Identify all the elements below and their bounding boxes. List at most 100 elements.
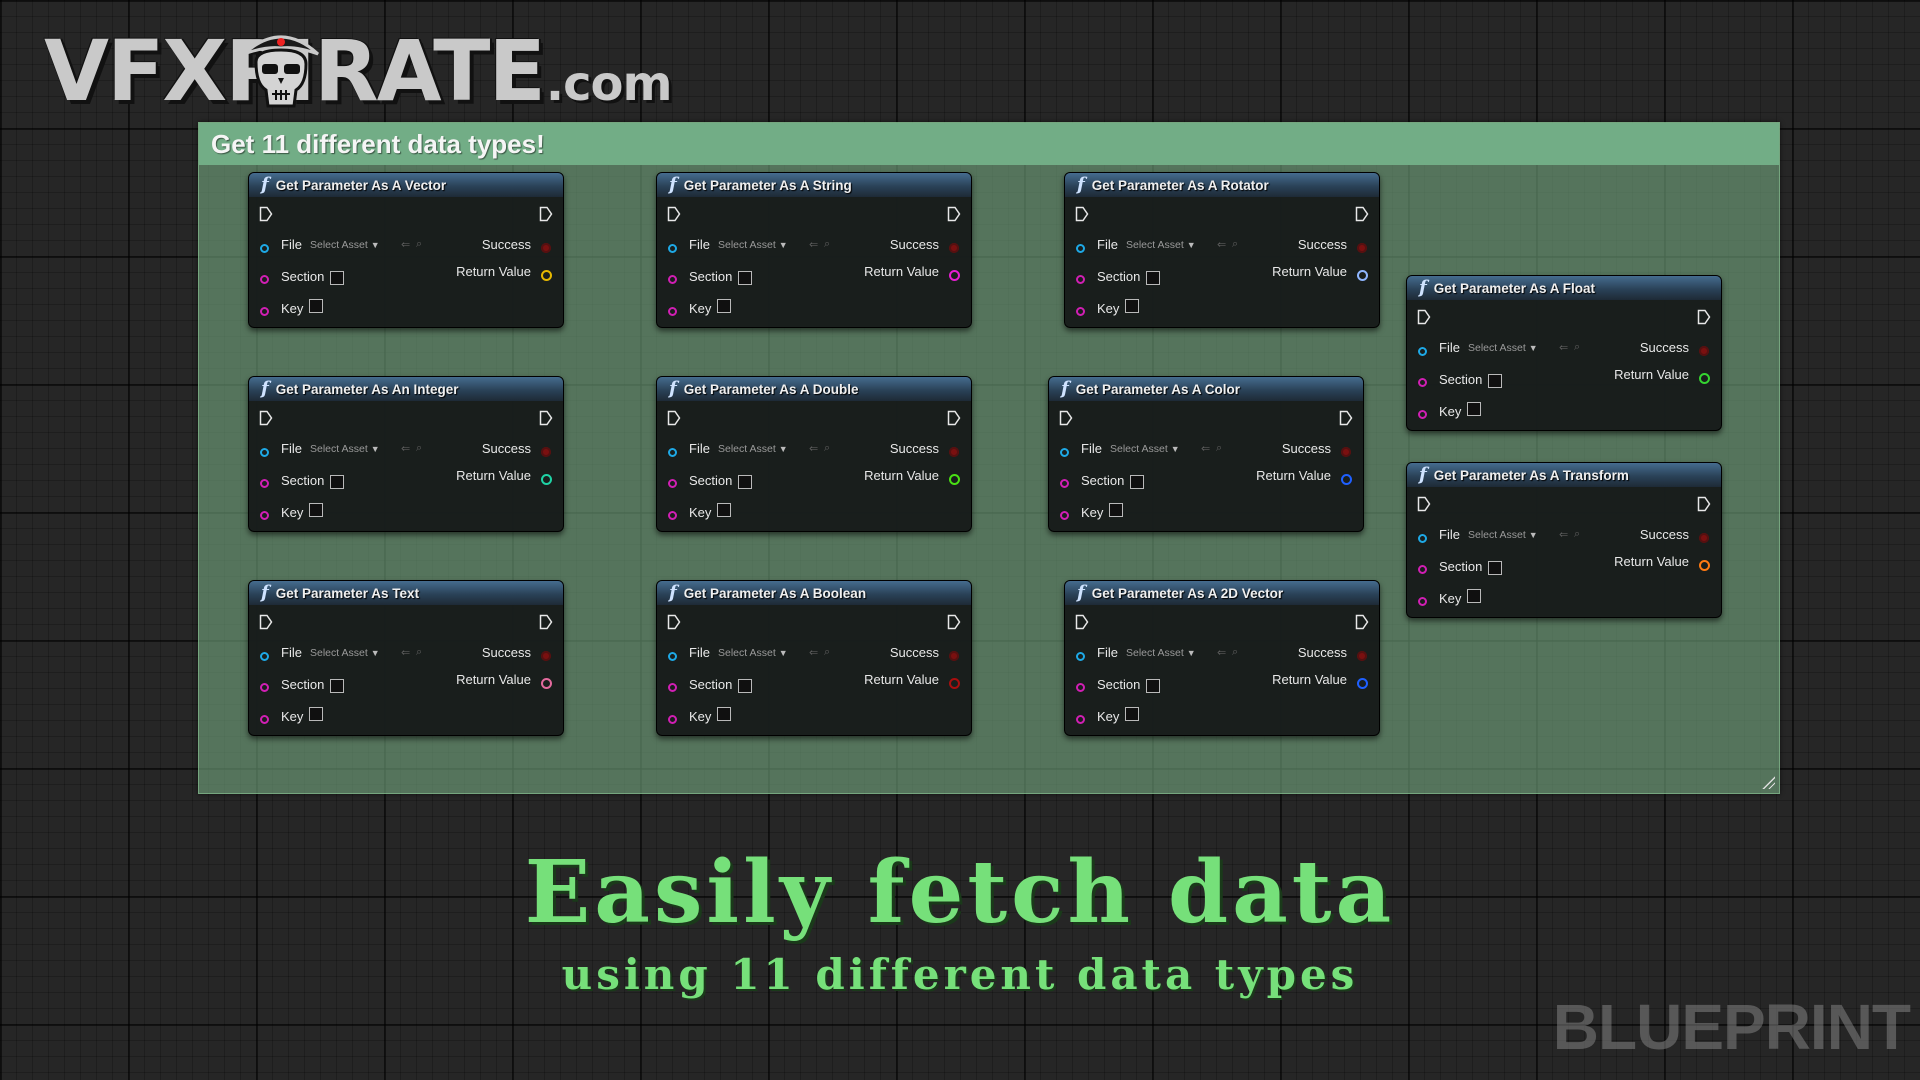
- file-pin-icon[interactable]: [668, 448, 677, 457]
- section-pin-icon[interactable]: [260, 683, 269, 692]
- exec-output-pin-icon[interactable]: [539, 614, 553, 630]
- node-header[interactable]: f Get Parameter As A Vector: [249, 173, 563, 197]
- success-pin-icon[interactable]: [541, 243, 551, 253]
- use-selected-arrow-icon[interactable]: ⇐: [1217, 646, 1226, 659]
- exec-input-pin-icon[interactable]: [1075, 614, 1089, 630]
- browse-search-icon[interactable]: ⌕: [1232, 238, 1238, 251]
- node-header[interactable]: f Get Parameter As A Double: [657, 377, 971, 401]
- section-checkbox[interactable]: [738, 271, 752, 285]
- file-pin-icon[interactable]: [1060, 448, 1069, 457]
- select-asset-dropdown[interactable]: Select Asset ▼: [310, 441, 394, 457]
- blueprint-node-6[interactable]: f Get Parameter As A Double File Select …: [656, 376, 972, 532]
- section-pin-icon[interactable]: [668, 683, 677, 692]
- section-checkbox[interactable]: [1146, 679, 1160, 693]
- return-value-pin-icon[interactable]: [949, 474, 960, 485]
- file-pin-icon[interactable]: [1418, 347, 1427, 356]
- select-asset-dropdown[interactable]: Select Asset ▼: [718, 645, 802, 661]
- browse-search-icon[interactable]: ⌕: [1574, 341, 1580, 354]
- select-asset-dropdown[interactable]: Select Asset ▼: [1126, 645, 1210, 661]
- key-checkbox[interactable]: [1125, 299, 1139, 313]
- section-checkbox[interactable]: [738, 475, 752, 489]
- section-checkbox[interactable]: [1130, 475, 1144, 489]
- key-checkbox[interactable]: [717, 503, 731, 517]
- exec-output-pin-icon[interactable]: [947, 614, 961, 630]
- file-pin-icon[interactable]: [260, 448, 269, 457]
- use-selected-arrow-icon[interactable]: ⇐: [1559, 341, 1568, 354]
- blueprint-node-9[interactable]: f Get Parameter As Text File Select Asse…: [248, 580, 564, 736]
- success-pin-icon[interactable]: [541, 651, 551, 661]
- key-checkbox[interactable]: [1109, 503, 1123, 517]
- select-asset-dropdown[interactable]: Select Asset ▼: [718, 237, 802, 253]
- use-selected-arrow-icon[interactable]: ⇐: [1201, 442, 1210, 455]
- select-asset-dropdown[interactable]: Select Asset ▼: [310, 237, 394, 253]
- exec-output-pin-icon[interactable]: [947, 410, 961, 426]
- exec-input-pin-icon[interactable]: [1417, 496, 1431, 512]
- exec-output-pin-icon[interactable]: [1697, 496, 1711, 512]
- exec-output-pin-icon[interactable]: [1355, 206, 1369, 222]
- key-pin-icon[interactable]: [260, 715, 269, 724]
- node-header[interactable]: f Get Parameter As Text: [249, 581, 563, 605]
- success-pin-icon[interactable]: [1357, 243, 1367, 253]
- success-pin-icon[interactable]: [1341, 447, 1351, 457]
- file-pin-icon[interactable]: [668, 244, 677, 253]
- file-pin-icon[interactable]: [260, 652, 269, 661]
- use-selected-arrow-icon[interactable]: ⇐: [401, 646, 410, 659]
- section-pin-icon[interactable]: [668, 479, 677, 488]
- key-pin-icon[interactable]: [260, 307, 269, 316]
- section-checkbox[interactable]: [1488, 374, 1502, 388]
- blueprint-node-7[interactable]: f Get Parameter As A Color File Select A…: [1048, 376, 1364, 532]
- blueprint-node-11[interactable]: f Get Parameter As A 2D Vector File Sele…: [1064, 580, 1380, 736]
- file-pin-icon[interactable]: [1418, 534, 1427, 543]
- exec-input-pin-icon[interactable]: [1075, 206, 1089, 222]
- exec-input-pin-icon[interactable]: [1417, 309, 1431, 325]
- exec-output-pin-icon[interactable]: [1339, 410, 1353, 426]
- key-pin-icon[interactable]: [1060, 511, 1069, 520]
- use-selected-arrow-icon[interactable]: ⇐: [1559, 528, 1568, 541]
- exec-output-pin-icon[interactable]: [1697, 309, 1711, 325]
- section-pin-icon[interactable]: [668, 275, 677, 284]
- select-asset-dropdown[interactable]: Select Asset ▼: [310, 645, 394, 661]
- section-checkbox[interactable]: [1488, 561, 1502, 575]
- select-asset-dropdown[interactable]: Select Asset ▼: [718, 441, 802, 457]
- section-checkbox[interactable]: [330, 475, 344, 489]
- section-pin-icon[interactable]: [260, 275, 269, 284]
- key-pin-icon[interactable]: [260, 511, 269, 520]
- success-pin-icon[interactable]: [949, 243, 959, 253]
- comment-title[interactable]: Get 11 different data types!: [199, 123, 1779, 165]
- file-pin-icon[interactable]: [260, 244, 269, 253]
- key-checkbox[interactable]: [309, 503, 323, 517]
- section-checkbox[interactable]: [1146, 271, 1160, 285]
- return-value-pin-icon[interactable]: [541, 678, 552, 689]
- section-pin-icon[interactable]: [1418, 565, 1427, 574]
- browse-search-icon[interactable]: ⌕: [824, 238, 830, 251]
- section-pin-icon[interactable]: [260, 479, 269, 488]
- exec-input-pin-icon[interactable]: [667, 410, 681, 426]
- select-asset-dropdown[interactable]: Select Asset ▼: [1468, 527, 1552, 543]
- exec-output-pin-icon[interactable]: [539, 206, 553, 222]
- return-value-pin-icon[interactable]: [541, 474, 552, 485]
- exec-output-pin-icon[interactable]: [947, 206, 961, 222]
- exec-output-pin-icon[interactable]: [1355, 614, 1369, 630]
- success-pin-icon[interactable]: [541, 447, 551, 457]
- exec-input-pin-icon[interactable]: [259, 410, 273, 426]
- return-value-pin-icon[interactable]: [541, 270, 552, 281]
- return-value-pin-icon[interactable]: [1341, 474, 1352, 485]
- key-pin-icon[interactable]: [1076, 715, 1085, 724]
- section-checkbox[interactable]: [330, 679, 344, 693]
- blueprint-node-8[interactable]: f Get Parameter As A Transform File Sele…: [1406, 462, 1722, 618]
- use-selected-arrow-icon[interactable]: ⇐: [809, 646, 818, 659]
- blueprint-node-2[interactable]: f Get Parameter As A String File Select …: [656, 172, 972, 328]
- node-header[interactable]: f Get Parameter As A 2D Vector: [1065, 581, 1379, 605]
- node-header[interactable]: f Get Parameter As A Boolean: [657, 581, 971, 605]
- node-header[interactable]: f Get Parameter As A Float: [1407, 276, 1721, 300]
- file-pin-icon[interactable]: [668, 652, 677, 661]
- success-pin-icon[interactable]: [1357, 651, 1367, 661]
- section-checkbox[interactable]: [330, 271, 344, 285]
- use-selected-arrow-icon[interactable]: ⇐: [401, 442, 410, 455]
- node-header[interactable]: f Get Parameter As A Color: [1049, 377, 1363, 401]
- exec-output-pin-icon[interactable]: [539, 410, 553, 426]
- return-value-pin-icon[interactable]: [1699, 560, 1710, 571]
- exec-input-pin-icon[interactable]: [667, 206, 681, 222]
- section-pin-icon[interactable]: [1076, 683, 1085, 692]
- key-checkbox[interactable]: [1467, 589, 1481, 603]
